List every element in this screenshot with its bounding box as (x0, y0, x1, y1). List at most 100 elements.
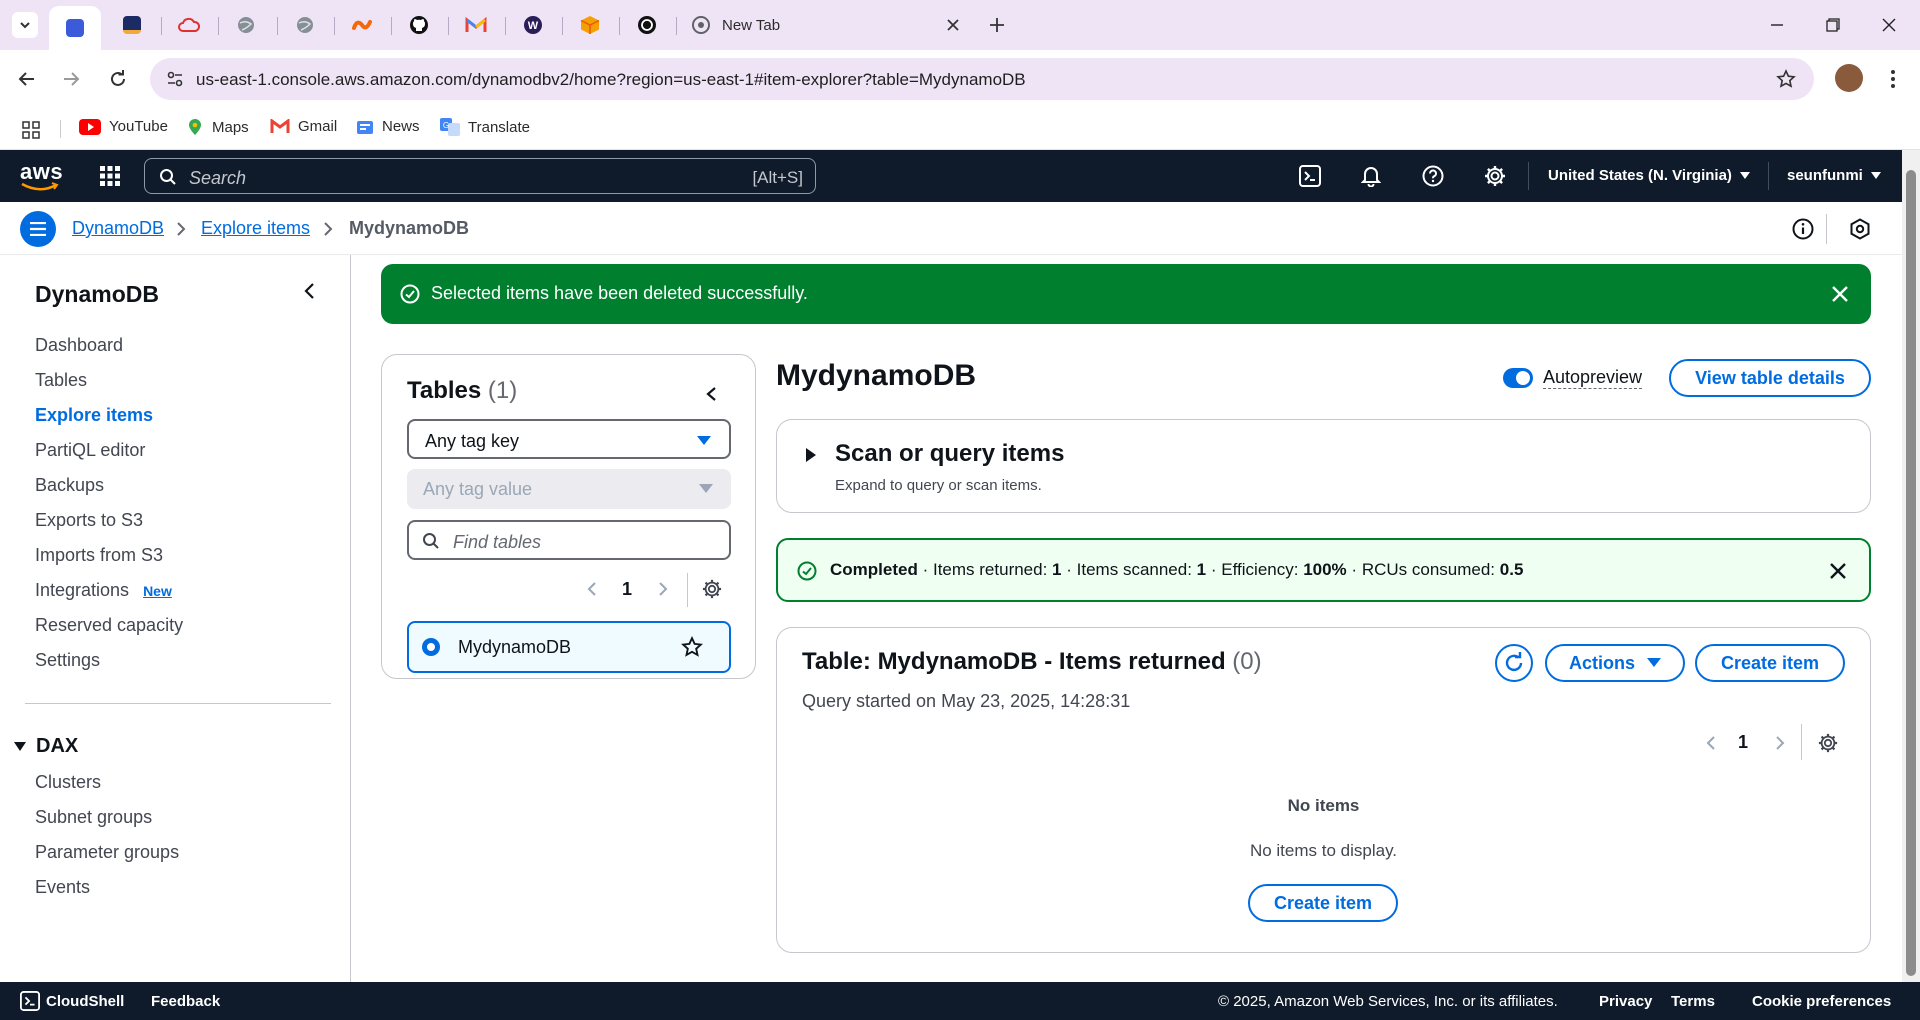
collapse-sidebar-button[interactable] (302, 282, 316, 300)
success-flashbar: Selected items have been deleted success… (381, 264, 1871, 324)
cloudshell-footer-button[interactable]: CloudShell (20, 991, 124, 1011)
notifications-button[interactable] (1359, 164, 1383, 188)
pinned-tab-6[interactable] (336, 8, 388, 42)
region-selector[interactable]: United States (N. Virginia) (1548, 167, 1750, 184)
bookmark-translate[interactable]: G Translate (440, 118, 530, 136)
feedback-link[interactable]: Feedback (151, 993, 220, 1010)
sidebar-item-reserved-capacity[interactable]: Reserved capacity (35, 615, 183, 636)
empty-create-item-button[interactable]: Create item (1248, 884, 1398, 922)
sidebar-item-imports-from-s3[interactable]: Imports from S3 (35, 545, 163, 566)
tag-key-select[interactable]: Any tag key (407, 419, 731, 459)
tab-new-tab[interactable]: New Tab (680, 8, 970, 42)
notifications-panel-button[interactable] (1849, 218, 1871, 240)
gear-icon[interactable] (1818, 733, 1838, 753)
back-button[interactable] (12, 64, 42, 94)
autopreview-label[interactable]: Autopreview (1543, 367, 1643, 389)
pinned-tab-8[interactable] (450, 8, 502, 42)
sidebar-item-events[interactable]: Events (35, 877, 90, 898)
tab-title: New Tab (722, 16, 781, 34)
help-button[interactable] (1421, 164, 1445, 188)
info-icon (1792, 218, 1814, 240)
sidebar-item-exports-to-s3[interactable]: Exports to S3 (35, 510, 143, 531)
tables-page-number[interactable]: 1 (622, 579, 632, 600)
sidebar-item-partiql-editor[interactable]: PartiQL editor (35, 440, 145, 461)
sidebar-item-clusters[interactable]: Clusters (35, 772, 101, 793)
favorite-star-icon[interactable] (681, 636, 703, 658)
autopreview-toggle[interactable] (1503, 368, 1533, 388)
table-list-item[interactable]: MydynamoDB (407, 621, 731, 673)
docs-favicon-icon (66, 19, 84, 37)
side-nav-toggle[interactable] (20, 211, 56, 247)
close-window-button[interactable] (1866, 10, 1912, 40)
next-page-chevron-icon[interactable] (658, 581, 668, 597)
bookmark-news[interactable]: News (356, 118, 420, 135)
prev-page-chevron-icon[interactable] (1706, 735, 1716, 751)
settings-button[interactable] (1483, 164, 1507, 188)
privacy-link[interactable]: Privacy (1599, 993, 1652, 1010)
close-tab-icon[interactable] (946, 18, 960, 32)
sidebar-item-explore-items[interactable]: Explore items (35, 405, 153, 426)
apps-grid-icon[interactable] (22, 121, 40, 139)
page-scrollbar-thumb[interactable] (1906, 170, 1916, 976)
sidebar-item-subnet-groups[interactable]: Subnet groups (35, 807, 152, 828)
breadcrumb-dynamodb[interactable]: DynamoDB (72, 218, 164, 239)
news-icon (357, 120, 373, 134)
pinned-tab-1[interactable] (49, 6, 101, 50)
bookmark-star-icon[interactable] (1776, 69, 1796, 89)
scan-query-expandable[interactable]: Scan or query items Expand to query or s… (776, 419, 1871, 513)
actions-dropdown-button[interactable]: Actions (1545, 644, 1685, 682)
sidebar-item-integrations[interactable]: Integrations New (35, 580, 172, 601)
pinned-tab-4[interactable] (220, 8, 272, 42)
new-tab-button[interactable] (980, 8, 1014, 42)
refresh-button[interactable] (1495, 644, 1533, 682)
pinned-tab-10[interactable] (564, 8, 616, 42)
sidebar-item-dashboard[interactable]: Dashboard (35, 335, 123, 356)
url-text[interactable]: us-east-1.console.aws.amazon.com/dynamod… (196, 70, 1026, 90)
pinned-tab-11[interactable] (621, 8, 673, 42)
pinned-tab-2[interactable] (106, 8, 158, 42)
radio-selected-icon[interactable] (421, 637, 441, 657)
bookmark-gmail[interactable]: Gmail (270, 118, 337, 135)
find-tables-input[interactable]: Find tables (407, 520, 731, 560)
dax-section-toggle[interactable]: DAX (14, 735, 78, 758)
restore-button[interactable] (1810, 10, 1856, 40)
info-button[interactable] (1792, 218, 1814, 240)
browser-menu-button[interactable] (1878, 64, 1908, 94)
results-page-number[interactable]: 1 (1738, 732, 1748, 753)
sidebar-item-backups[interactable]: Backups (35, 475, 104, 496)
cookie-preferences-link[interactable]: Cookie preferences (1752, 993, 1891, 1010)
account-menu[interactable]: seunfunmi (1787, 167, 1881, 184)
sidebar-item-parameter-groups[interactable]: Parameter groups (35, 842, 179, 863)
sidebar-item-tables[interactable]: Tables (35, 370, 87, 391)
aws-search-input[interactable]: Search [Alt+S] (144, 158, 816, 194)
breadcrumb-explore-items[interactable]: Explore items (201, 218, 310, 239)
close-icon[interactable] (1831, 285, 1849, 303)
omnibox[interactable]: us-east-1.console.aws.amazon.com/dynamod… (150, 58, 1814, 100)
tag-value-placeholder: Any tag value (423, 479, 533, 499)
sidebar-item-settings[interactable]: Settings (35, 650, 100, 671)
pinned-tab-5[interactable] (279, 8, 331, 42)
reload-button[interactable] (103, 64, 133, 94)
cloudshell-button[interactable] (1298, 164, 1322, 188)
terms-link[interactable]: Terms (1671, 993, 1715, 1010)
create-item-button[interactable]: Create item (1695, 644, 1845, 682)
profile-avatar[interactable] (1835, 64, 1863, 92)
w-favicon-icon: W (524, 16, 542, 34)
view-table-details-button[interactable]: View table details (1669, 359, 1871, 397)
site-info-icon[interactable] (166, 70, 184, 88)
next-page-chevron-icon[interactable] (1775, 735, 1785, 751)
gear-icon[interactable] (702, 579, 722, 599)
close-icon[interactable] (1829, 562, 1847, 580)
pinned-tab-7[interactable] (393, 8, 445, 42)
tab-list-chevron-icon[interactable] (12, 12, 38, 38)
bookmark-youtube[interactable]: YouTube (79, 118, 168, 135)
collapse-tables-chevron-icon[interactable] (705, 386, 717, 402)
forward-button[interactable] (56, 64, 86, 94)
pinned-tab-3[interactable] (163, 8, 215, 42)
pinned-tab-9[interactable]: W (507, 8, 559, 42)
minimize-button[interactable] (1754, 10, 1800, 40)
aws-logo[interactable]: aws (20, 161, 63, 192)
services-grid-icon[interactable] (99, 165, 121, 187)
bookmark-maps[interactable]: Maps (186, 118, 249, 136)
prev-page-chevron-icon[interactable] (587, 581, 597, 597)
